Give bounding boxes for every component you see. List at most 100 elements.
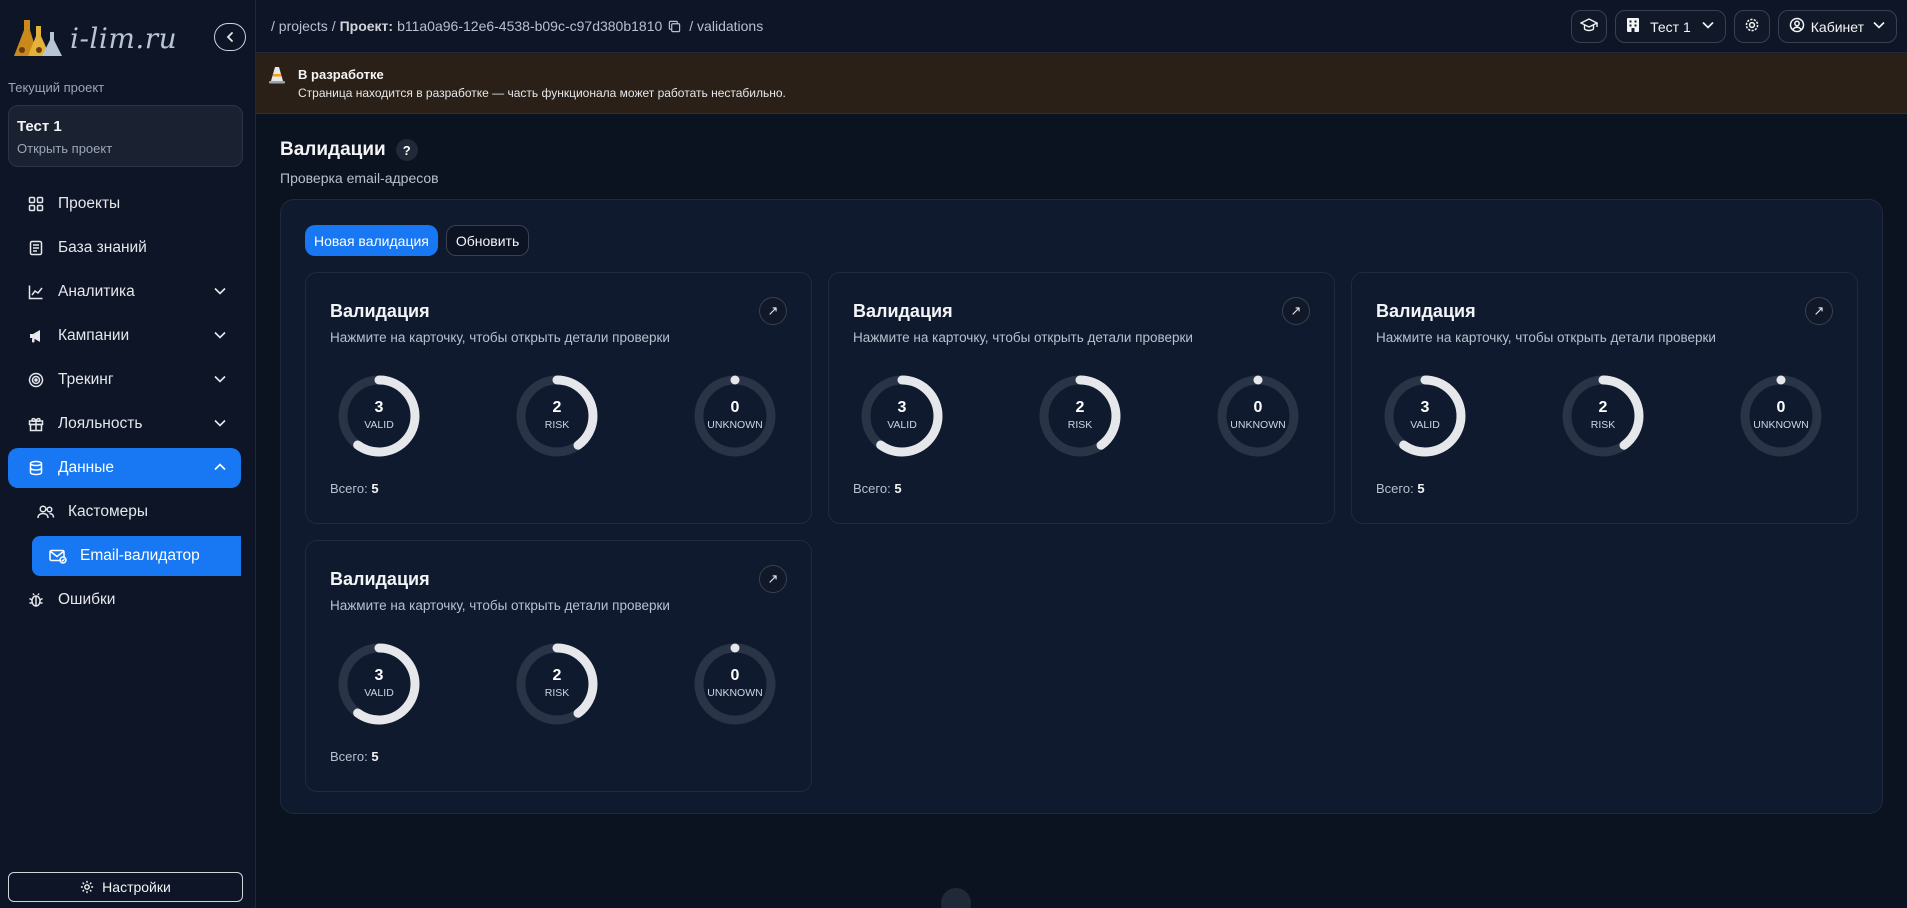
banner-title: В разработке (298, 67, 384, 82)
sidebar-item-label: Данные (58, 459, 114, 476)
sidebar-item-data[interactable]: Данные (8, 448, 241, 488)
unknown-ring-value: 0 (730, 399, 740, 416)
risk-ring: 2 RISK (1037, 373, 1123, 459)
risk-ring-label: RISK (544, 687, 570, 699)
project-select[interactable]: Тест 1 (1615, 10, 1726, 43)
card-rings: 3 VALID 2 RISK 0 UNKNOWN (336, 641, 782, 727)
total-label: Всего: (330, 749, 368, 764)
valid-ring-label: VALID (364, 687, 394, 699)
banner-text: Страница находится в разработке — часть … (298, 86, 786, 100)
sidebar-item-tracking[interactable]: Трекинг (8, 360, 241, 400)
open-details-icon[interactable]: ↗ (1282, 297, 1310, 325)
risk-ring-value: 2 (1598, 399, 1608, 416)
sidebar-item-analytics[interactable]: Аналитика (8, 272, 241, 312)
chevron-down-icon (213, 284, 227, 303)
valid-ring: 3 VALID (336, 373, 422, 459)
validation-card[interactable]: Валидация Нажмите на карточку, чтобы отк… (305, 540, 812, 792)
data-submenu: Кастомеры Email-валидатор (8, 492, 241, 576)
validation-card[interactable]: Валидация Нажмите на карточку, чтобы отк… (828, 272, 1335, 524)
gear-icon (80, 880, 94, 894)
sidebar-item-customers[interactable]: Кастомеры (20, 492, 241, 532)
validation-card[interactable]: Валидация Нажмите на карточку, чтобы отк… (305, 272, 812, 524)
sidebar-item-label: Проекты (58, 195, 121, 212)
logo[interactable]: i-lim.ru (10, 16, 177, 60)
project-select-value: Тест 1 (1650, 18, 1691, 35)
sidebar-item-label: База знаний (58, 239, 147, 256)
card-total: Всего: 5 (330, 481, 379, 496)
grid-icon (26, 194, 46, 214)
card-subtitle: Нажмите на карточку, чтобы открыть детал… (853, 330, 1193, 345)
risk-ring: 2 RISK (514, 373, 600, 459)
graduation-cap-icon (1579, 17, 1599, 36)
user-circle-icon (1789, 17, 1805, 36)
dev-banner: В разработке Страница находится в разраб… (256, 53, 1907, 114)
unknown-ring-value: 0 (1776, 399, 1786, 416)
traffic-cone-icon (268, 65, 286, 90)
risk-ring-label: RISK (544, 419, 570, 431)
unknown-ring: 0 UNKNOWN (1215, 373, 1301, 459)
project-name: Тест 1 (17, 118, 62, 135)
chevron-down-icon (213, 328, 227, 347)
help-button[interactable]: ? (395, 139, 418, 161)
valid-ring-value: 3 (374, 667, 384, 684)
bug-icon (26, 590, 46, 610)
unknown-ring-label: UNKNOWN (707, 419, 763, 431)
card-total: Всего: 5 (853, 481, 902, 496)
database-icon (26, 458, 46, 478)
breadcrumb: / projects / Проект: b11a0a96-12e6-4538-… (271, 18, 763, 34)
breadcrumb-project-id[interactable]: b11a0a96-12e6-4538-b09c-c97d380b1810 (397, 18, 662, 34)
refresh-button[interactable]: Обновить (445, 225, 530, 256)
open-details-icon[interactable]: ↗ (759, 565, 787, 593)
settings-button[interactable]: Настройки (8, 872, 243, 902)
users-icon (36, 502, 56, 522)
breadcrumb-projects[interactable]: / projects / (271, 18, 336, 34)
card-total: Всего: 5 (1376, 481, 1425, 496)
risk-ring-label: RISK (1590, 419, 1616, 431)
sidebar-item-projects[interactable]: Проекты (8, 184, 241, 224)
card-title: Валидация (330, 569, 430, 589)
open-details-icon[interactable]: ↗ (759, 297, 787, 325)
gift-icon (26, 414, 46, 434)
topbar: / projects / Проект: b11a0a96-12e6-4538-… (256, 0, 1907, 53)
unknown-ring-value: 0 (1253, 399, 1263, 416)
sidebar-nav: Проекты База знаний Аналитика Кампании Т… (8, 184, 241, 624)
cabinet-menu[interactable]: Кабинет (1777, 10, 1897, 43)
total-value: 5 (371, 481, 379, 496)
valid-ring: 3 VALID (336, 641, 422, 727)
unknown-ring-label: UNKNOWN (1230, 419, 1286, 431)
current-project-card[interactable]: Тест 1 Открыть проект (8, 105, 243, 167)
chevron-down-icon (213, 372, 227, 391)
sidebar-item-label: Кастомеры (68, 503, 148, 520)
sidebar-item-label: Аналитика (58, 283, 135, 300)
cabinet-label: Кабинет (1810, 18, 1864, 35)
new-validation-button[interactable]: Новая валидация (305, 225, 438, 256)
topbar-actions: Тест 1 Кабинет (1571, 10, 1897, 43)
collapse-sidebar-button[interactable] (214, 23, 246, 51)
settings-top-button[interactable] (1733, 10, 1770, 43)
open-details-icon[interactable]: ↗ (1805, 297, 1833, 325)
valid-ring-value: 3 (374, 399, 384, 416)
breadcrumb-project-label: Проект: (339, 18, 394, 34)
validation-card[interactable]: Валидация Нажмите на карточку, чтобы отк… (1351, 272, 1858, 524)
chevron-up-icon (213, 460, 227, 479)
sidebar-item-knowledge-base[interactable]: База знаний (8, 228, 241, 268)
open-project-link[interactable]: Открыть проект (17, 141, 234, 156)
sidebar-item-loyalty[interactable]: Лояльность (8, 404, 241, 444)
megaphone-icon (26, 326, 46, 346)
breadcrumb-current: / validations (689, 18, 764, 34)
card-rings: 3 VALID 2 RISK 0 UNKNOWN (336, 373, 782, 459)
sidebar-item-email-validator[interactable]: Email-валидатор (32, 536, 241, 576)
sidebar-item-label: Кампании (58, 327, 130, 344)
learning-button[interactable] (1571, 10, 1608, 43)
risk-ring-value: 2 (552, 667, 562, 684)
risk-ring-value: 2 (1075, 399, 1085, 416)
logo-row: i-lim.ru (10, 14, 246, 58)
chevron-left-icon (226, 32, 233, 42)
sidebar-item-errors[interactable]: Ошибки (8, 580, 241, 620)
sidebar-item-campaigns[interactable]: Кампании (8, 316, 241, 356)
page-title: Валидации ? (280, 139, 418, 161)
copy-icon[interactable] (668, 20, 681, 33)
valid-ring: 3 VALID (859, 373, 945, 459)
risk-ring-value: 2 (552, 399, 562, 416)
card-rings: 3 VALID 2 RISK 0 UNKNOWN (859, 373, 1305, 459)
